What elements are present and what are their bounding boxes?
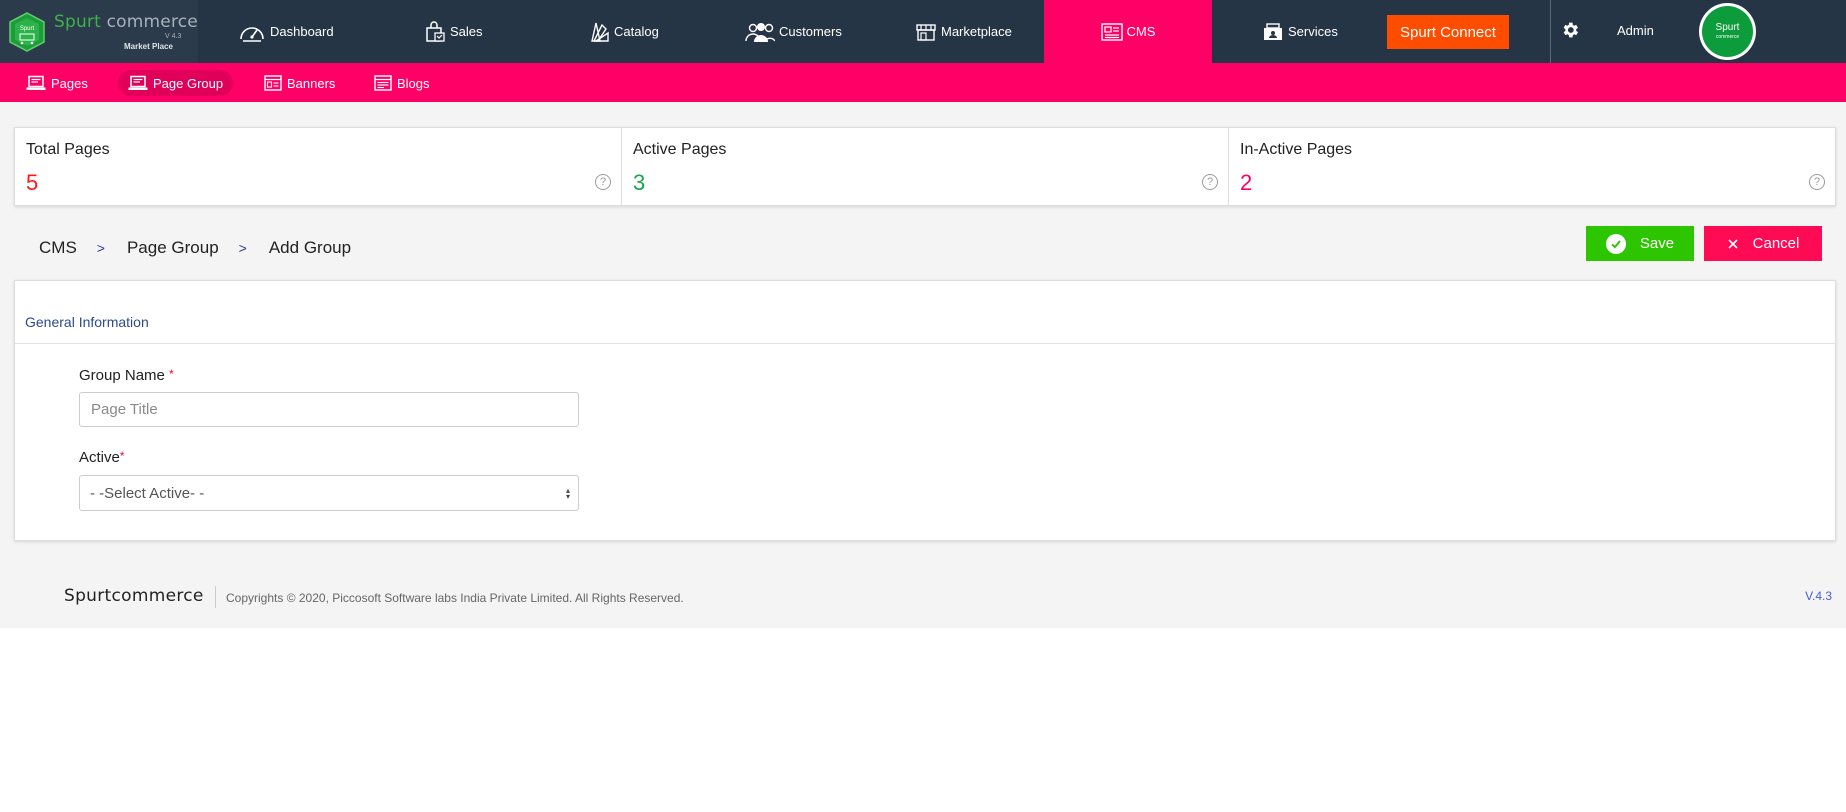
newspaper-icon [1100,22,1123,41]
nav-label-dashboard: Dashboard [270,24,334,39]
stat-label: In-Active Pages [1240,141,1353,158]
shopping-bag-icon [426,20,445,42]
laptop-icon [26,75,46,90]
blog-icon [374,75,392,91]
group-name-input[interactable] [79,392,579,427]
nav-label-cms: CMS [1126,24,1156,39]
logo-subtitle: Market Place [124,42,173,51]
top-navigation: Spurt Spurt commerce V 4.3 Market Place … [0,0,1846,63]
section-title: General Information [25,314,149,330]
avatar[interactable]: Spurt commerce [1699,3,1756,60]
avatar-logo: Spurt commerce [1702,6,1753,57]
nav-label-sales: Sales [450,24,483,39]
users-icon [745,22,775,42]
stats-panel: Total Pages 5 ? Active Pages 3 ? In-Acti… [14,127,1836,206]
save-button[interactable]: Save [1586,226,1694,261]
help-icon[interactable]: ? [1202,174,1218,190]
stat-value: 3 [633,170,646,195]
nav-item-services[interactable]: Services [1262,0,1338,63]
nav-item-sales[interactable]: Sales [424,0,483,63]
stat-value: 5 [26,170,39,195]
active-label: Active* [79,449,125,466]
subnav-label-pages: Pages [51,75,88,91]
breadcrumb-item-page-group[interactable]: Page Group [127,238,219,258]
logo-wordmark: Spurt commerce [54,12,198,32]
stat-total-pages: Total Pages 5 ? [15,128,622,205]
check-circle-icon [1605,233,1626,254]
logo-badge-text: Spurt [20,26,35,32]
avatar-text: Spurt [1715,21,1740,33]
nav-label-catalog: Catalog [614,24,659,39]
nav-label-customers: Customers [779,24,842,39]
subnav-item-banners[interactable]: Banners [254,70,345,96]
help-icon[interactable]: ? [595,174,611,190]
spurt-logo-icon: Spurt [9,12,45,52]
nav-item-dashboard[interactable]: Dashboard [238,0,334,63]
active-select-value: - -Select Active- - [90,484,205,502]
logo-word-spurt: Spurt [54,12,102,32]
section-divider [15,343,1835,344]
help-icon[interactable]: ? [1809,174,1825,190]
stat-active-pages: Active Pages 3 ? [622,128,1229,205]
group-name-label-text: Group Name [79,367,165,384]
subnav-label-banners: Banners [287,75,336,91]
general-information-form: General Information Group Name * Active*… [14,280,1836,541]
admin-label[interactable]: Admin [1617,23,1654,38]
logo-version: V 4.3 [165,33,182,40]
stat-label: Active Pages [633,141,727,158]
breadcrumb-item-cms[interactable]: CMS [39,238,77,258]
stat-inactive-pages: In-Active Pages 2 ? [1229,128,1835,205]
footer-copyright: Copyrights © 2020, Piccosoft Software la… [226,591,684,605]
footer-divider [215,586,216,608]
sub-navigation: Pages Page Group Banners Blogs [0,63,1846,102]
nav-item-cms[interactable]: CMS [1044,0,1212,63]
active-label-text: Active [79,449,120,466]
subnav-item-page-group[interactable]: Page Group [118,70,234,96]
breadcrumb-separator: > [238,240,247,256]
breadcrumb: CMS > Page Group > Add Group [39,238,351,258]
breadcrumb-separator: > [96,240,105,256]
gear-icon[interactable] [1560,20,1580,40]
select-arrows-icon: ▴ ▾ [565,486,570,501]
services-icon [1264,22,1282,40]
logo-word-commerce: commerce [101,12,198,32]
nav-item-customers[interactable]: Customers [745,0,842,63]
color-swatch-icon [591,22,609,42]
banner-icon [264,75,282,91]
cancel-button-label: Cancel [1752,235,1800,252]
required-mark: * [169,367,174,381]
nav-label-services: Services [1288,24,1338,39]
subnav-label-page-group: Page Group [153,75,224,91]
nav-label-marketplace: Marketplace [941,24,1012,39]
footer-brand: Spurtcommerce [64,586,204,606]
brand-logo[interactable]: Spurt Spurt commerce V 4.3 Market Place [0,0,198,63]
nav-item-catalog[interactable]: Catalog [590,0,659,63]
subnav-item-blogs[interactable]: Blogs [364,70,440,96]
save-button-label: Save [1639,235,1675,252]
breadcrumb-item-add-group: Add Group [268,238,352,257]
close-icon [1728,238,1738,249]
stat-label: Total Pages [26,141,110,158]
stat-value: 2 [1240,170,1253,195]
nav-divider [1550,0,1551,63]
speedometer-icon [240,26,264,42]
subnav-label-blogs: Blogs [397,75,430,91]
store-icon [916,23,936,41]
group-name-label: Group Name * [79,367,174,384]
laptop-icon [128,75,148,90]
required-mark: * [119,449,125,463]
avatar-subtext: commerce [1715,33,1740,40]
subnav-item-pages[interactable]: Pages [16,70,98,96]
cancel-button[interactable]: Cancel [1704,226,1822,261]
footer-version: V.4.3 [1805,589,1832,603]
nav-item-marketplace[interactable]: Marketplace [915,0,1012,63]
spurt-connect-button[interactable]: Spurt Connect [1387,15,1509,49]
active-select[interactable]: - -Select Active- - ▴ ▾ [79,475,579,511]
